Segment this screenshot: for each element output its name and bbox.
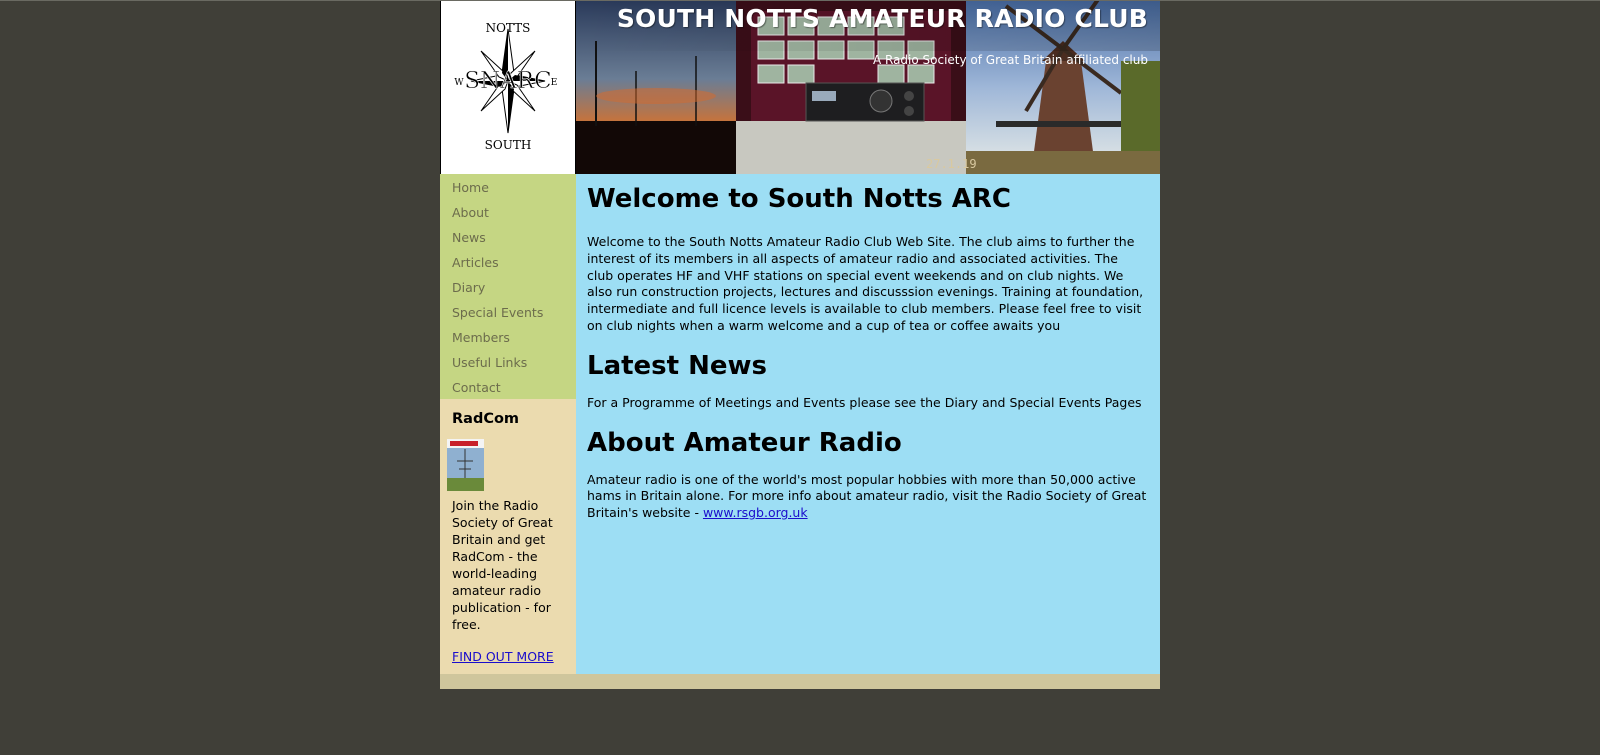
about-text: Amateur radio is one of the world's most…: [587, 471, 1147, 521]
radcom-magazine-cover-image[interactable]: [447, 439, 484, 491]
logo-north-label: NOTTS: [486, 21, 531, 35]
nav-special-events[interactable]: Special Events: [440, 302, 576, 327]
radcom-promo: RadCom Join the Radio Society of Great B…: [440, 399, 576, 665]
sidebar: Home About News Articles Diary Special E…: [440, 174, 576, 674]
about-amateur-radio-heading: About Amateur Radio: [587, 427, 902, 458]
welcome-paragraph: Welcome to the South Notts Amateur Radio…: [587, 234, 1144, 333]
about-amateur-radio-paragraph: Amateur radio is one of the world's most…: [587, 472, 1148, 522]
header-banner: SOUTH NOTTS AMATEUR RADIO CLUB A Radio S…: [576, 1, 1160, 174]
club-logo[interactable]: NOTTS SOUTH SNARC W E: [441, 1, 575, 174]
latest-news-heading: Latest News: [587, 350, 768, 381]
main-content: Welcome to South Notts ARC Welcome to th…: [576, 174, 1160, 674]
nav-news[interactable]: News: [440, 227, 576, 252]
site-title: SOUTH NOTTS AMATEUR RADIO CLUB: [616, 4, 1148, 33]
latest-news-paragraph: For a Programme of Meetings and Events p…: [587, 394, 1142, 410]
page-container: NOTTS SOUTH SNARC W E SOUTH NOTTS AMATEU…: [440, 1, 1160, 689]
site-header: NOTTS SOUTH SNARC W E SOUTH NOTTS AMATEU…: [440, 1, 1160, 174]
logo-snarc-text: SNARC: [464, 68, 551, 94]
logo-west-label: W: [454, 78, 464, 88]
nav-members[interactable]: Members: [440, 327, 576, 352]
nav-articles[interactable]: Articles: [440, 252, 576, 277]
radcom-heading: RadCom: [452, 411, 520, 427]
site-subtitle: A Radio Society of Great Britain affilia…: [872, 53, 1148, 67]
site-footer: [440, 674, 1160, 689]
welcome-heading: Welcome to South Notts ARC: [587, 184, 1012, 214]
logo-south-label: SOUTH: [485, 138, 532, 152]
nav-about[interactable]: About: [440, 202, 576, 227]
rsgb-website-link[interactable]: www.rsgb.org.uk: [703, 505, 808, 520]
compass-star-icon: NOTTS SOUTH SNARC W E: [454, 21, 558, 152]
radcom-description: Join the Radio Society of Great Britain …: [452, 498, 553, 632]
find-out-more-link[interactable]: FIND OUT MORE: [452, 649, 554, 664]
logo-east-label: E: [551, 78, 558, 88]
nav-useful-links[interactable]: Useful Links: [440, 352, 576, 377]
content-row: Home About News Articles Diary Special E…: [440, 174, 1160, 674]
nav-diary[interactable]: Diary: [440, 277, 576, 302]
photo-date-stamp: 27.1.19: [926, 157, 977, 171]
nav-home[interactable]: Home: [440, 177, 576, 202]
main-navigation: Home About News Articles Diary Special E…: [440, 174, 576, 399]
